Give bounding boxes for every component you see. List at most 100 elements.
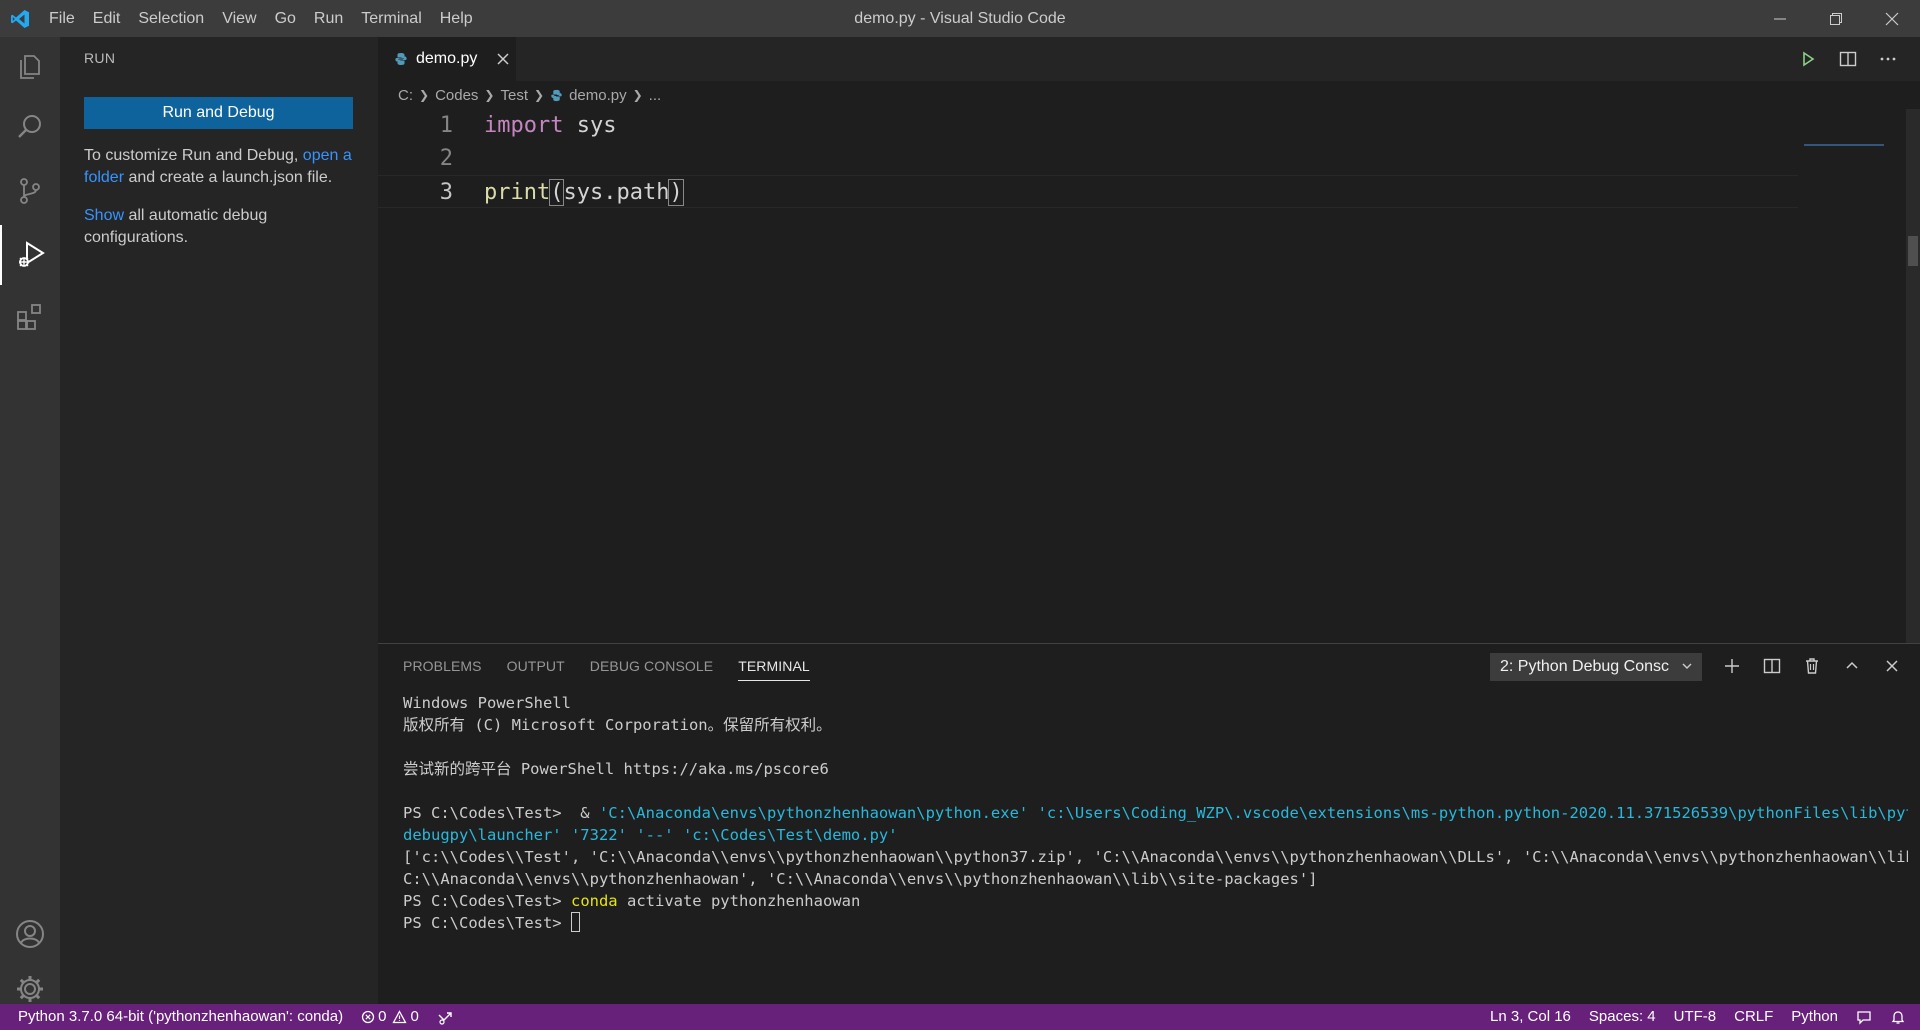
line-endings[interactable]: CRLF: [1725, 1004, 1782, 1030]
terminal-line: PS C:\Codes\Test>: [403, 912, 1908, 934]
code-line: 1 import sys: [378, 109, 1798, 142]
breadcrumb: C: ❯ Codes ❯ Test ❯ demo.py ❯ ...: [398, 81, 661, 109]
live-share-icon: [438, 1012, 452, 1025]
editor-actions: [1788, 37, 1908, 81]
minimize-icon: [1774, 18, 1786, 19]
chevron-up-icon: [1846, 661, 1858, 669]
split-terminal-button[interactable]: [1752, 644, 1792, 688]
terminal-line: Windows PowerShell: [403, 694, 571, 712]
feedback-button[interactable]: [1847, 1009, 1881, 1025]
error-count: 0: [378, 1008, 387, 1025]
menu-view[interactable]: View: [213, 0, 265, 37]
terminal-selector[interactable]: 2: Python Debug Consc: [1490, 653, 1702, 681]
source-control-icon[interactable]: [0, 161, 60, 221]
problems-indicator[interactable]: 0 0: [352, 1004, 428, 1030]
split-editor-button[interactable]: [1828, 37, 1868, 81]
terminal-command: conda: [570, 892, 618, 910]
accounts-icon[interactable]: [0, 904, 60, 964]
chevron-right-icon: ❯: [419, 88, 430, 102]
minimize-button[interactable]: [1752, 0, 1808, 37]
editor-area: demo.py C: ❯ Codes ❯ Test ❯ demo.py ❯ ..…: [378, 37, 1920, 643]
terminal-cursor: [570, 912, 580, 932]
feedback-icon: [1857, 1011, 1871, 1025]
split-terminal-icon: [1763, 658, 1781, 674]
keyword-token: import: [484, 113, 564, 138]
breadcrumb-drive[interactable]: C:: [398, 87, 413, 104]
run-python-file-button[interactable]: [1788, 37, 1828, 81]
tab-debug-console[interactable]: DEBUG CONSOLE: [590, 652, 713, 680]
menu-terminal[interactable]: Terminal: [352, 0, 430, 37]
code-editor[interactable]: 1 import sys 2 3 print(sys.path): [378, 109, 1898, 643]
python-file-icon: [395, 53, 407, 65]
menu-selection[interactable]: Selection: [129, 0, 213, 37]
chevron-down-icon: [1682, 663, 1692, 669]
customize-message: To customize Run and Debug, open a folde…: [84, 145, 359, 189]
run-debug-icon[interactable]: [0, 225, 60, 285]
window-controls: [1752, 0, 1920, 37]
menu-file[interactable]: File: [40, 0, 84, 37]
tab-output[interactable]: OUTPUT: [507, 652, 565, 680]
menu-bar: File Edit Selection View Go Run Terminal…: [40, 0, 482, 37]
minimap[interactable]: [1804, 144, 1884, 146]
line-source: import sys: [484, 109, 616, 142]
close-icon: [1885, 12, 1899, 25]
python-interpreter[interactable]: Python 3.7.0 64-bit ('pythonzhenhaowan':…: [0, 1004, 352, 1030]
activity-bar: [0, 37, 60, 1004]
new-terminal-button[interactable]: [1712, 644, 1752, 688]
customize-text-pre: To customize Run and Debug,: [84, 147, 303, 164]
error-icon: [361, 1010, 375, 1024]
show-configurations-link[interactable]: Show: [84, 207, 124, 224]
editor-scrollbar[interactable]: [1906, 109, 1920, 643]
tab-problems[interactable]: PROBLEMS: [403, 652, 482, 680]
breadcrumb-file[interactable]: demo.py: [550, 87, 627, 104]
line-number: 3: [439, 180, 453, 205]
terminal-line: ['c:\\Codes\\Test', 'C:\\Anaconda\\envs\…: [403, 848, 1908, 866]
warning-icon: [392, 1010, 408, 1024]
terminal-line: PS C:\Codes\Test> & 'C:\Anaconda\envs\py…: [403, 802, 1908, 824]
status-bar: Python 3.7.0 64-bit ('pythonzhenhaowan':…: [0, 1004, 1920, 1030]
menu-run[interactable]: Run: [305, 0, 352, 37]
scrollbar-thumb[interactable]: [1908, 236, 1918, 266]
bracket-token: ): [668, 179, 684, 206]
terminal-args: activate pythonzhenhaowan: [617, 892, 861, 910]
terminal-output[interactable]: Windows PowerShell 版权所有 (C) Microsoft Co…: [403, 692, 1908, 934]
args-token: sys.path: [563, 180, 670, 205]
chevron-right-icon: ❯: [534, 88, 545, 102]
restore-button[interactable]: [1808, 0, 1864, 37]
notifications-button[interactable]: [1881, 1009, 1920, 1025]
bottom-panel: PROBLEMS OUTPUT DEBUG CONSOLE TERMINAL 2…: [378, 643, 1920, 1004]
search-icon[interactable]: [0, 97, 60, 157]
breadcrumb-symbols[interactable]: ...: [649, 87, 662, 104]
cursor-position[interactable]: Ln 3, Col 16: [1481, 1004, 1580, 1030]
live-share-button[interactable]: [428, 1009, 464, 1025]
panel-actions: [1712, 644, 1912, 688]
close-window-button[interactable]: [1864, 0, 1920, 37]
play-icon: [1803, 51, 1815, 67]
menu-help[interactable]: Help: [431, 0, 482, 37]
menu-go[interactable]: Go: [266, 0, 305, 37]
tab-terminal[interactable]: TERMINAL: [738, 652, 810, 681]
language-mode[interactable]: Python: [1782, 1004, 1847, 1030]
restore-icon: [1830, 12, 1842, 25]
terminal-line: PS C:\Codes\Test> conda activate pythonz…: [403, 890, 1908, 912]
status-bar-right: Ln 3, Col 16 Spaces: 4 UTF-8 CRLF Python: [1481, 1004, 1920, 1030]
breadcrumb-codes[interactable]: Codes: [435, 87, 478, 104]
file-encoding[interactable]: UTF-8: [1665, 1004, 1726, 1030]
run-and-debug-button[interactable]: Run and Debug: [84, 97, 353, 129]
explorer-icon[interactable]: [0, 37, 60, 97]
close-tab-icon[interactable]: [495, 51, 511, 67]
menu-edit[interactable]: Edit: [84, 0, 130, 37]
maximize-panel-button[interactable]: [1832, 644, 1872, 688]
python-file-icon: [551, 89, 562, 101]
tab-demo-py[interactable]: demo.py: [378, 37, 516, 81]
kill-terminal-button[interactable]: [1792, 644, 1832, 688]
more-actions-button[interactable]: [1868, 37, 1908, 81]
indentation[interactable]: Spaces: 4: [1580, 1004, 1665, 1030]
sidebar-title: RUN: [84, 50, 116, 66]
close-panel-button[interactable]: [1872, 644, 1912, 688]
function-token: print: [484, 180, 551, 205]
extensions-icon[interactable]: [0, 287, 60, 347]
ellipsis-icon: [1880, 57, 1896, 61]
breadcrumb-test[interactable]: Test: [500, 87, 528, 104]
